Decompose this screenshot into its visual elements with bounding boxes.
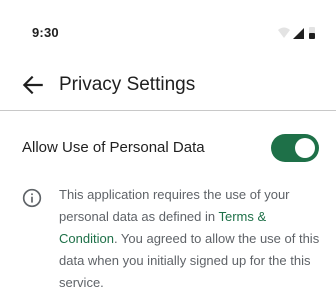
status-time: 9:30 (32, 25, 59, 40)
battery-icon (309, 27, 315, 39)
personal-data-setting-row: Allow Use of Personal Data (0, 128, 336, 168)
info-description: This application requires the use of you… (59, 184, 321, 294)
info-icon (22, 188, 42, 208)
status-bar: 9:30 (0, 0, 336, 62)
arrow-back-icon[interactable] (20, 72, 46, 98)
divider (0, 110, 336, 111)
cellular-signal-icon (293, 28, 304, 39)
wifi-icon (278, 27, 290, 38)
status-icons (278, 27, 315, 39)
app-bar: Privacy Settings (0, 62, 336, 108)
personal-data-toggle[interactable] (271, 134, 319, 162)
personal-data-setting-label: Allow Use of Personal Data (22, 139, 205, 156)
page-title: Privacy Settings (59, 74, 196, 95)
toggle-thumb (295, 138, 315, 158)
